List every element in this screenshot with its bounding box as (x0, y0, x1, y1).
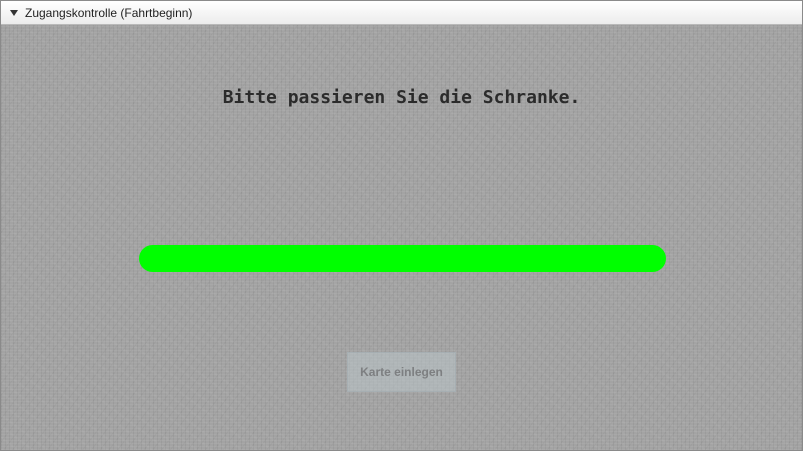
app-window: Zugangskontrolle (Fahrtbeginn) Bitte pas… (0, 0, 803, 451)
window-titlebar[interactable]: Zugangskontrolle (Fahrtbeginn) (1, 1, 802, 25)
main-panel: Bitte passieren Sie die Schranke. Karte … (1, 25, 802, 450)
window-title: Zugangskontrolle (Fahrtbeginn) (25, 5, 193, 20)
insert-card-button[interactable]: Karte einlegen (347, 352, 456, 392)
gate-status-indicator (139, 245, 666, 272)
collapse-triangle-icon[interactable] (10, 9, 18, 16)
instruction-message: Bitte passieren Sie die Schranke. (222, 87, 581, 108)
